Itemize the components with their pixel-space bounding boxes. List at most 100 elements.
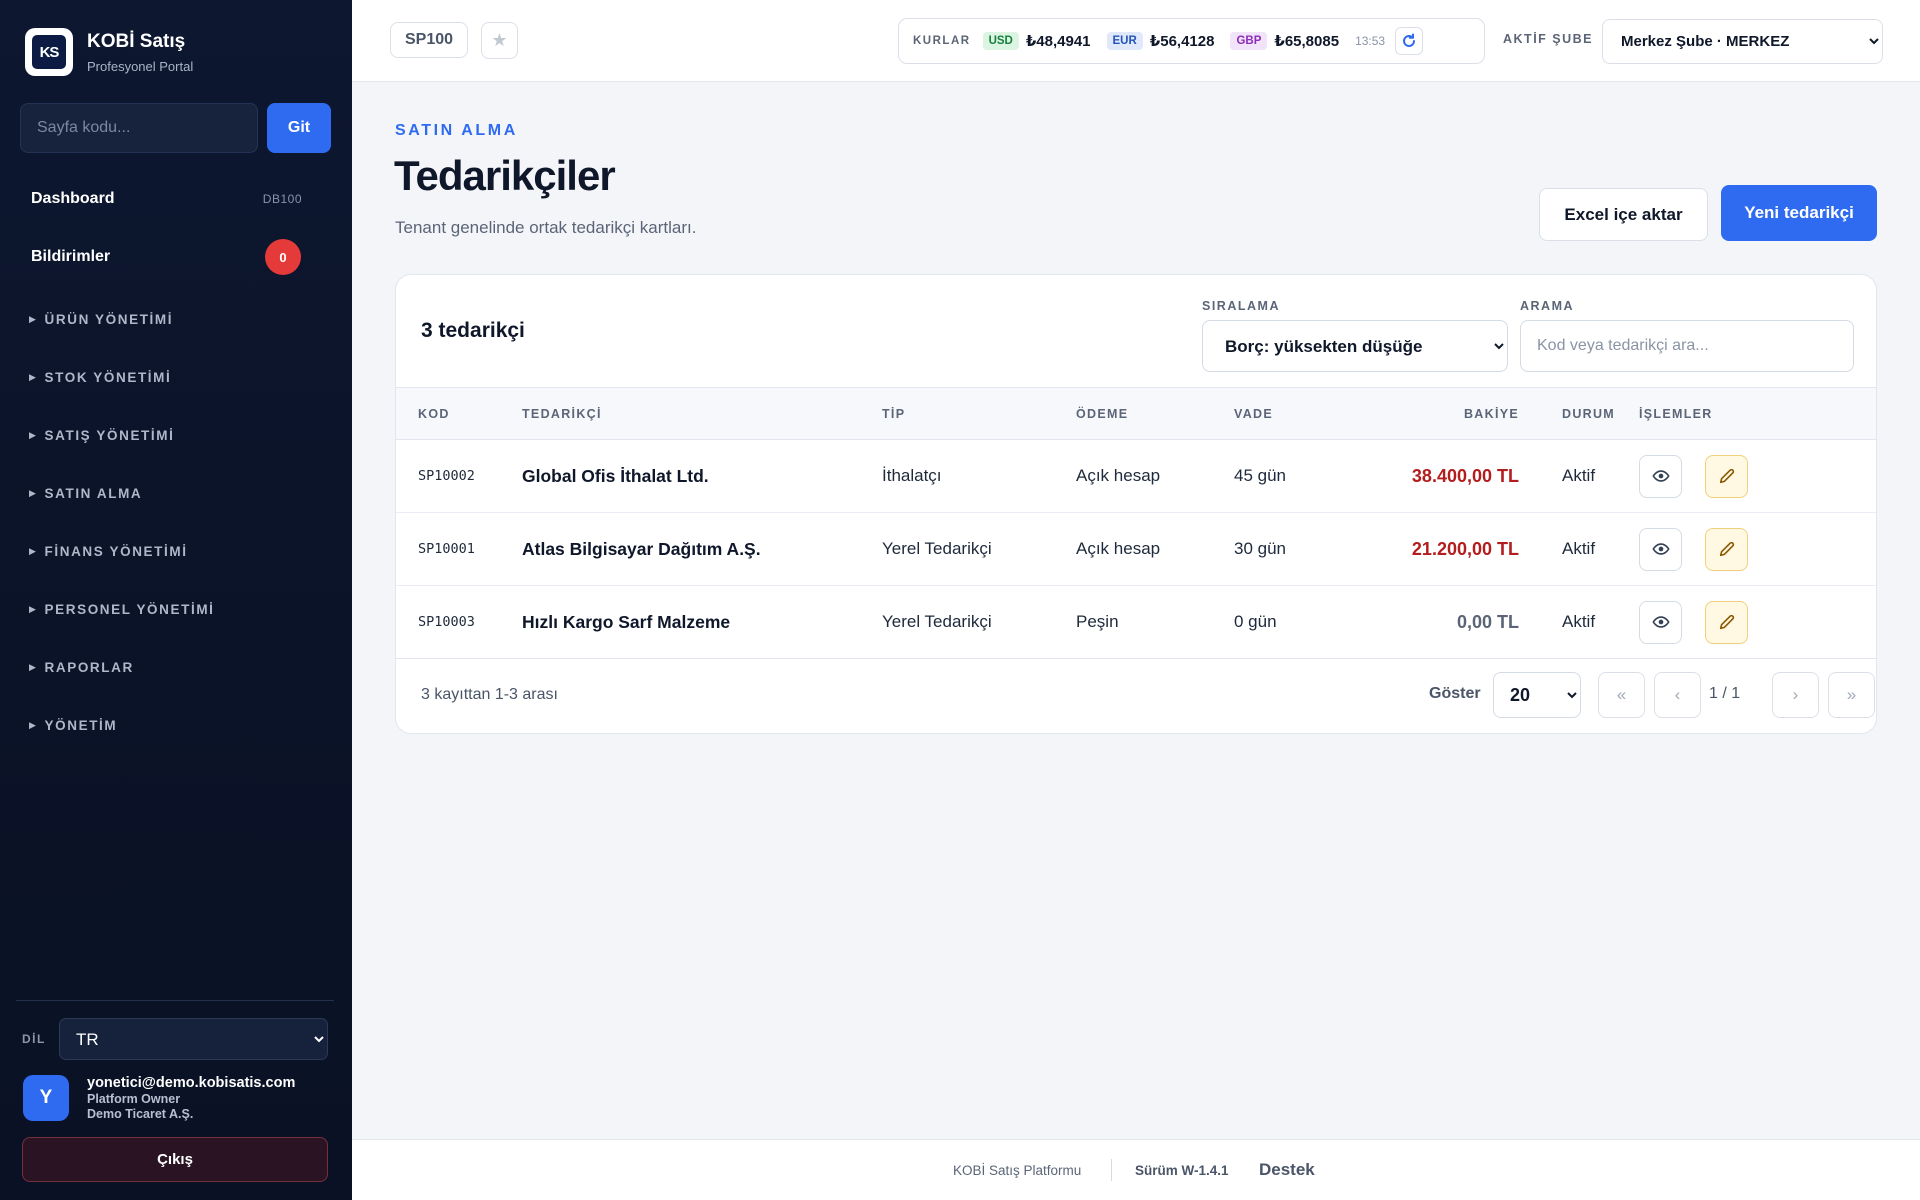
footer-version: Sürüm W-1.4.1 <box>1135 1163 1229 1178</box>
logout-button[interactable]: Çıkış <box>22 1137 328 1182</box>
sort-select[interactable]: Borç: yüksekten düşüğe <box>1202 320 1508 372</box>
cell-odeme: Açık hesap <box>1076 466 1161 485</box>
sidebar-group-label: STOK YÖNETİMİ <box>44 369 172 385</box>
cell-bakiye: 21.200,00 TL <box>1411 538 1519 559</box>
cell-supplier-name[interactable]: Global Ofis İthalat Ltd. <box>522 440 882 513</box>
search-label: ARAMA <box>1520 299 1575 313</box>
sidebar-item-notifications[interactable]: Bildirimler 0 <box>0 234 352 280</box>
rate-value-gbp: ₺65,8085 <box>1274 33 1340 50</box>
edit-pencil-icon[interactable] <box>1705 600 1748 644</box>
rate-value-usd: ₺48,4941 <box>1025 33 1091 50</box>
sidebar-group-yonetim[interactable]: ▶ YÖNETİM <box>0 696 352 754</box>
language-label: DİL <box>22 1032 46 1046</box>
sidebar-group-urun[interactable]: ▶ ÜRÜN YÖNETİMİ <box>0 290 352 348</box>
edit-pencil-icon[interactable] <box>1705 527 1748 571</box>
column-header-tip[interactable]: TİP <box>882 388 1076 440</box>
caret-right-icon: ▶ <box>29 719 38 730</box>
user-card: Y yonetici@demo.kobisatis.com Platform O… <box>23 1075 295 1121</box>
caret-right-icon: ▶ <box>29 487 38 498</box>
page-size-select[interactable]: 20 <box>1493 672 1581 718</box>
cell-supplier-name[interactable]: Hızlı Kargo Sarf Malzeme <box>522 586 882 659</box>
notification-count-badge: 0 <box>265 239 301 275</box>
next-page-button[interactable]: › <box>1772 672 1819 718</box>
cell-supplier-name[interactable]: Atlas Bilgisayar Dağıtım A.Ş. <box>522 513 882 586</box>
favorite-star-icon[interactable]: ★ <box>481 22 518 59</box>
sidebar-item-dashboard[interactable]: Dashboard DB100 <box>0 176 352 222</box>
user-company: Demo Ticaret A.Ş. <box>87 1107 194 1121</box>
currency-chip-eur: EUR <box>1106 32 1143 50</box>
sidebar-divider <box>16 1000 334 1001</box>
language-picker: DİL TR <box>22 1018 328 1060</box>
footer-platform: KOBİ Satış Platformu <box>953 1163 1082 1178</box>
sidebar-group-satis[interactable]: ▶ SATIŞ YÖNETİMİ <box>0 406 352 464</box>
cell-tip: Yerel Tedarikçi <box>882 612 992 631</box>
cell-actions <box>1639 586 1876 659</box>
last-page-button[interactable]: » <box>1828 672 1875 718</box>
brand[interactable]: KS KOBİ Satış Profesyonel Portal <box>25 28 193 76</box>
page-title: Tedarikçiler <box>394 152 616 199</box>
view-eye-icon[interactable] <box>1639 600 1682 644</box>
currency-chip-gbp: GBP <box>1230 32 1268 50</box>
page-code-badge: SP100 <box>390 22 469 58</box>
table-row[interactable]: SP10001 Atlas Bilgisayar Dağıtım A.Ş. Ye… <box>396 513 1876 586</box>
edit-pencil-icon[interactable] <box>1705 454 1748 498</box>
sidebar-group-finans[interactable]: ▶ FİNANS YÖNETİMİ <box>0 522 352 580</box>
first-page-button[interactable]: « <box>1598 672 1645 718</box>
column-header-tedarikci[interactable]: TEDARİKÇİ <box>522 388 882 440</box>
go-button[interactable]: Git <box>267 103 331 153</box>
page-code-input[interactable] <box>20 103 258 153</box>
branch-select[interactable]: Merkez Şube · MERKEZ <box>1602 19 1883 64</box>
nav-groups: ▶ ÜRÜN YÖNETİMİ ▶ STOK YÖNETİMİ ▶ SATIŞ YÖN… <box>0 290 352 754</box>
page-size-label: Göster <box>1429 685 1481 702</box>
column-header-odeme[interactable]: ÖDEME <box>1076 388 1234 440</box>
table-row[interactable]: SP10003 Hızlı Kargo Sarf Malzeme Yerel T… <box>396 586 1876 659</box>
column-header-bakiye[interactable]: BAKİYE <box>1344 388 1519 440</box>
view-eye-icon[interactable] <box>1639 527 1682 571</box>
language-select[interactable]: TR <box>59 1018 328 1060</box>
record-count: 3 tedarikçi <box>421 319 525 342</box>
prev-page-button[interactable]: ‹ <box>1654 672 1701 718</box>
refresh-icon[interactable] <box>1395 27 1424 55</box>
sidebar-group-raporlar[interactable]: ▶ RAPORLAR <box>0 638 352 696</box>
column-header-kod[interactable]: KOD <box>396 388 522 440</box>
new-supplier-button[interactable]: Yeni tedarikçi <box>1721 185 1877 241</box>
brand-logo-mark: KS <box>32 35 66 69</box>
cell-actions <box>1639 513 1876 586</box>
cell-tip: İthalatçı <box>882 466 942 485</box>
column-header-islemler: İŞLEMLER <box>1639 406 1713 421</box>
sidebar-group-label: PERSONEL YÖNETİMİ <box>44 601 215 617</box>
sidebar-item-code: DB100 <box>262 192 302 206</box>
column-header-durum[interactable]: DURUM <box>1519 388 1639 440</box>
excel-import-button[interactable]: Excel içe aktar <box>1539 188 1708 241</box>
sidebar-group-satin-alma[interactable]: ▶ SATIN ALMA <box>0 464 352 522</box>
caret-right-icon: ▶ <box>29 371 38 382</box>
sidebar-group-label: RAPORLAR <box>44 659 134 675</box>
cell-vade: 0 gün <box>1234 612 1277 631</box>
currency-chip-usd: USD <box>982 32 1019 50</box>
sidebar-group-personel[interactable]: ▶ PERSONEL YÖNETİMİ <box>0 580 352 638</box>
cell-tip: Yerel Tedarikçi <box>882 539 992 558</box>
supplier-table: KOD TEDARİKÇİ TİP ÖDEME VADE BAKİYE DURU… <box>396 387 1876 659</box>
app-footer: KOBİ Satış Platformu Sürüm W-1.4.1 Deste… <box>352 1139 1920 1200</box>
supplier-card: 3 tedarikçi SIRALAMA Borç: yüksekten düş… <box>395 274 1877 734</box>
branch-label: AKTİF ŞUBE <box>1503 32 1593 46</box>
cell-kod: SP10001 <box>418 541 475 557</box>
table-row[interactable]: SP10002 Global Ofis İthalat Ltd. İthalat… <box>396 440 1876 513</box>
cell-kod: SP10002 <box>418 468 475 484</box>
pagination-info: 3 kayıttan 1-3 arası <box>421 686 558 703</box>
rate-value-eur: ₺56,4128 <box>1149 33 1215 50</box>
caret-right-icon: ▶ <box>29 545 38 556</box>
cell-vade: 30 gün <box>1234 539 1286 558</box>
cell-vade: 45 gün <box>1234 466 1286 485</box>
sidebar-item-label: Bildirimler <box>31 248 111 265</box>
sidebar-group-stok[interactable]: ▶ STOK YÖNETİMİ <box>0 348 352 406</box>
column-header-vade[interactable]: VADE <box>1234 388 1344 440</box>
caret-right-icon: ▶ <box>29 661 38 672</box>
sidebar-group-label: SATIN ALMA <box>44 485 143 501</box>
support-link[interactable]: Destek <box>1259 1160 1315 1180</box>
caret-right-icon: ▶ <box>29 603 38 614</box>
search-input[interactable] <box>1520 320 1854 372</box>
view-eye-icon[interactable] <box>1639 454 1682 498</box>
brand-title: KOBİ Satış <box>87 30 186 52</box>
cell-durum: Aktif <box>1562 466 1596 485</box>
